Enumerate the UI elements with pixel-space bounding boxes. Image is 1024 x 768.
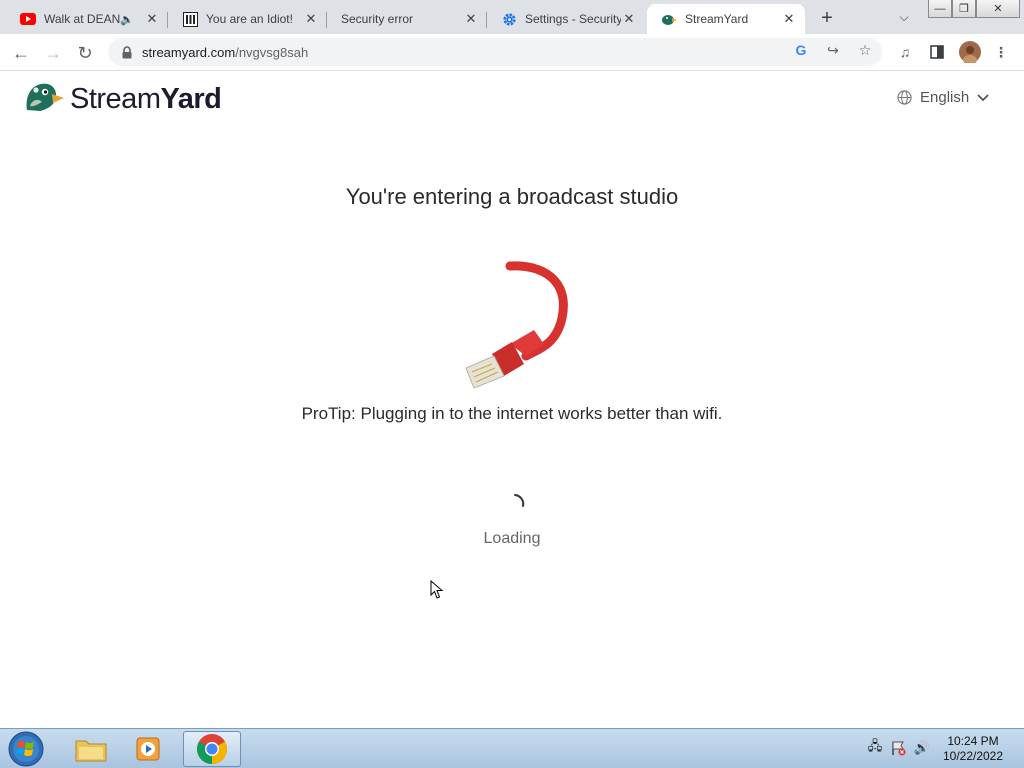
protip-text: ProTip: Plugging in to the internet work… [301, 404, 723, 423]
tab-settings-security[interactable]: Settings - Security ✕ [487, 4, 645, 34]
network-icon[interactable]: 🖧 [866, 737, 884, 759]
tab-title: StreamYard [685, 12, 749, 26]
explorer-icon[interactable] [62, 731, 120, 767]
site-icon [182, 11, 198, 27]
forward-icon[interactable]: → [40, 40, 66, 66]
globe-icon [897, 90, 912, 105]
bookmark-star-icon[interactable]: ☆ [855, 40, 875, 60]
windows-taskbar: 🖧 🔊 10:24 PM 10/22/2022 [0, 728, 1024, 768]
language-label: English [920, 89, 970, 106]
close-tab-icon[interactable]: ✕ [463, 11, 479, 27]
minimize-button[interactable]: — [928, 0, 952, 18]
streamyard-icon [661, 11, 677, 27]
page-content: StreamYard English You're entering a bro… [0, 72, 1024, 728]
restore-button[interactable]: ❐ [952, 0, 976, 18]
tab-title: You are an Idiot! [206, 12, 293, 26]
speaker-icon[interactable]: 🔈 [120, 13, 134, 26]
logo-text-light: Stream [70, 83, 161, 115]
language-selector[interactable]: English [897, 89, 989, 106]
new-tab-button[interactable]: + [815, 6, 839, 30]
action-center-flag-icon[interactable] [889, 737, 907, 759]
youtube-icon [20, 11, 36, 27]
start-button[interactable] [6, 730, 46, 768]
logo-text-bold: Yard [160, 83, 222, 115]
url-path: /nvgvsg8sah [235, 44, 309, 60]
logo-wordmark: StreamYard [70, 83, 222, 116]
loading-spinner-icon [503, 492, 527, 516]
clock-date: 10/22/2022 [942, 749, 1004, 763]
tab-title: Walk at DEAN [44, 12, 121, 26]
page-title: You're entering a broadcast studio [345, 184, 679, 209]
tab-youtube[interactable]: Walk at DEAN 🔈 ✕ [6, 4, 168, 34]
address-bar[interactable]: streamyard.com/nvgvsg8sah [108, 38, 882, 66]
url-domain: streamyard.com [142, 44, 236, 60]
back-icon[interactable]: ← [8, 40, 34, 66]
chevron-down-icon [977, 93, 989, 102]
tab-idiot[interactable]: You are an Idiot! ✕ [168, 4, 327, 34]
google-icon[interactable]: G [791, 40, 811, 60]
tab-search-chevron-icon[interactable]: ⌵ [893, 8, 915, 26]
close-tab-icon[interactable]: ✕ [303, 11, 319, 27]
system-clock[interactable]: 10:24 PM 10/22/2022 [935, 734, 1011, 764]
media-control-icon[interactable]: ♫ [895, 42, 915, 62]
tab-security-error[interactable]: Security error ✕ [327, 4, 487, 34]
clock-time: 10:24 PM [947, 734, 999, 748]
duck-icon [24, 80, 64, 119]
share-icon[interactable]: ↪ [823, 40, 843, 60]
browser-toolbar: ← → ↻ streamyard.com/nvgvsg8sah G ↪ ☆ ♫ … [0, 34, 1024, 71]
volume-icon[interactable]: 🔊 [913, 737, 931, 759]
tab-title: Settings - Security [525, 12, 621, 26]
avatar[interactable] [958, 40, 982, 64]
media-player-icon[interactable] [120, 731, 178, 767]
menu-kebab-icon[interactable]: ⋮ [991, 42, 1011, 62]
tab-title: Security error [341, 12, 414, 26]
side-panel-icon[interactable] [927, 42, 947, 62]
chrome-taskbar-icon[interactable] [183, 731, 241, 767]
gear-icon [501, 11, 517, 27]
reload-icon[interactable]: ↻ [72, 40, 98, 66]
close-tab-icon[interactable]: ✕ [144, 11, 160, 27]
lock-icon[interactable] [120, 45, 134, 59]
mouse-cursor-icon [430, 579, 444, 605]
tab-strip: Walk at DEAN 🔈 ✕ You are an Idiot! ✕ Sec… [0, 0, 1024, 34]
ethernet-cable-image [452, 260, 582, 395]
close-window-button[interactable]: ✕ [976, 0, 1020, 18]
tab-streamyard[interactable]: StreamYard ✕ [647, 4, 805, 34]
url-text[interactable]: streamyard.com/nvgvsg8sah [142, 45, 308, 60]
loading-text: Loading [483, 530, 541, 547]
close-tab-icon[interactable]: ✕ [621, 11, 637, 27]
close-tab-icon[interactable]: ✕ [781, 11, 797, 27]
streamyard-logo[interactable]: StreamYard [24, 80, 222, 119]
